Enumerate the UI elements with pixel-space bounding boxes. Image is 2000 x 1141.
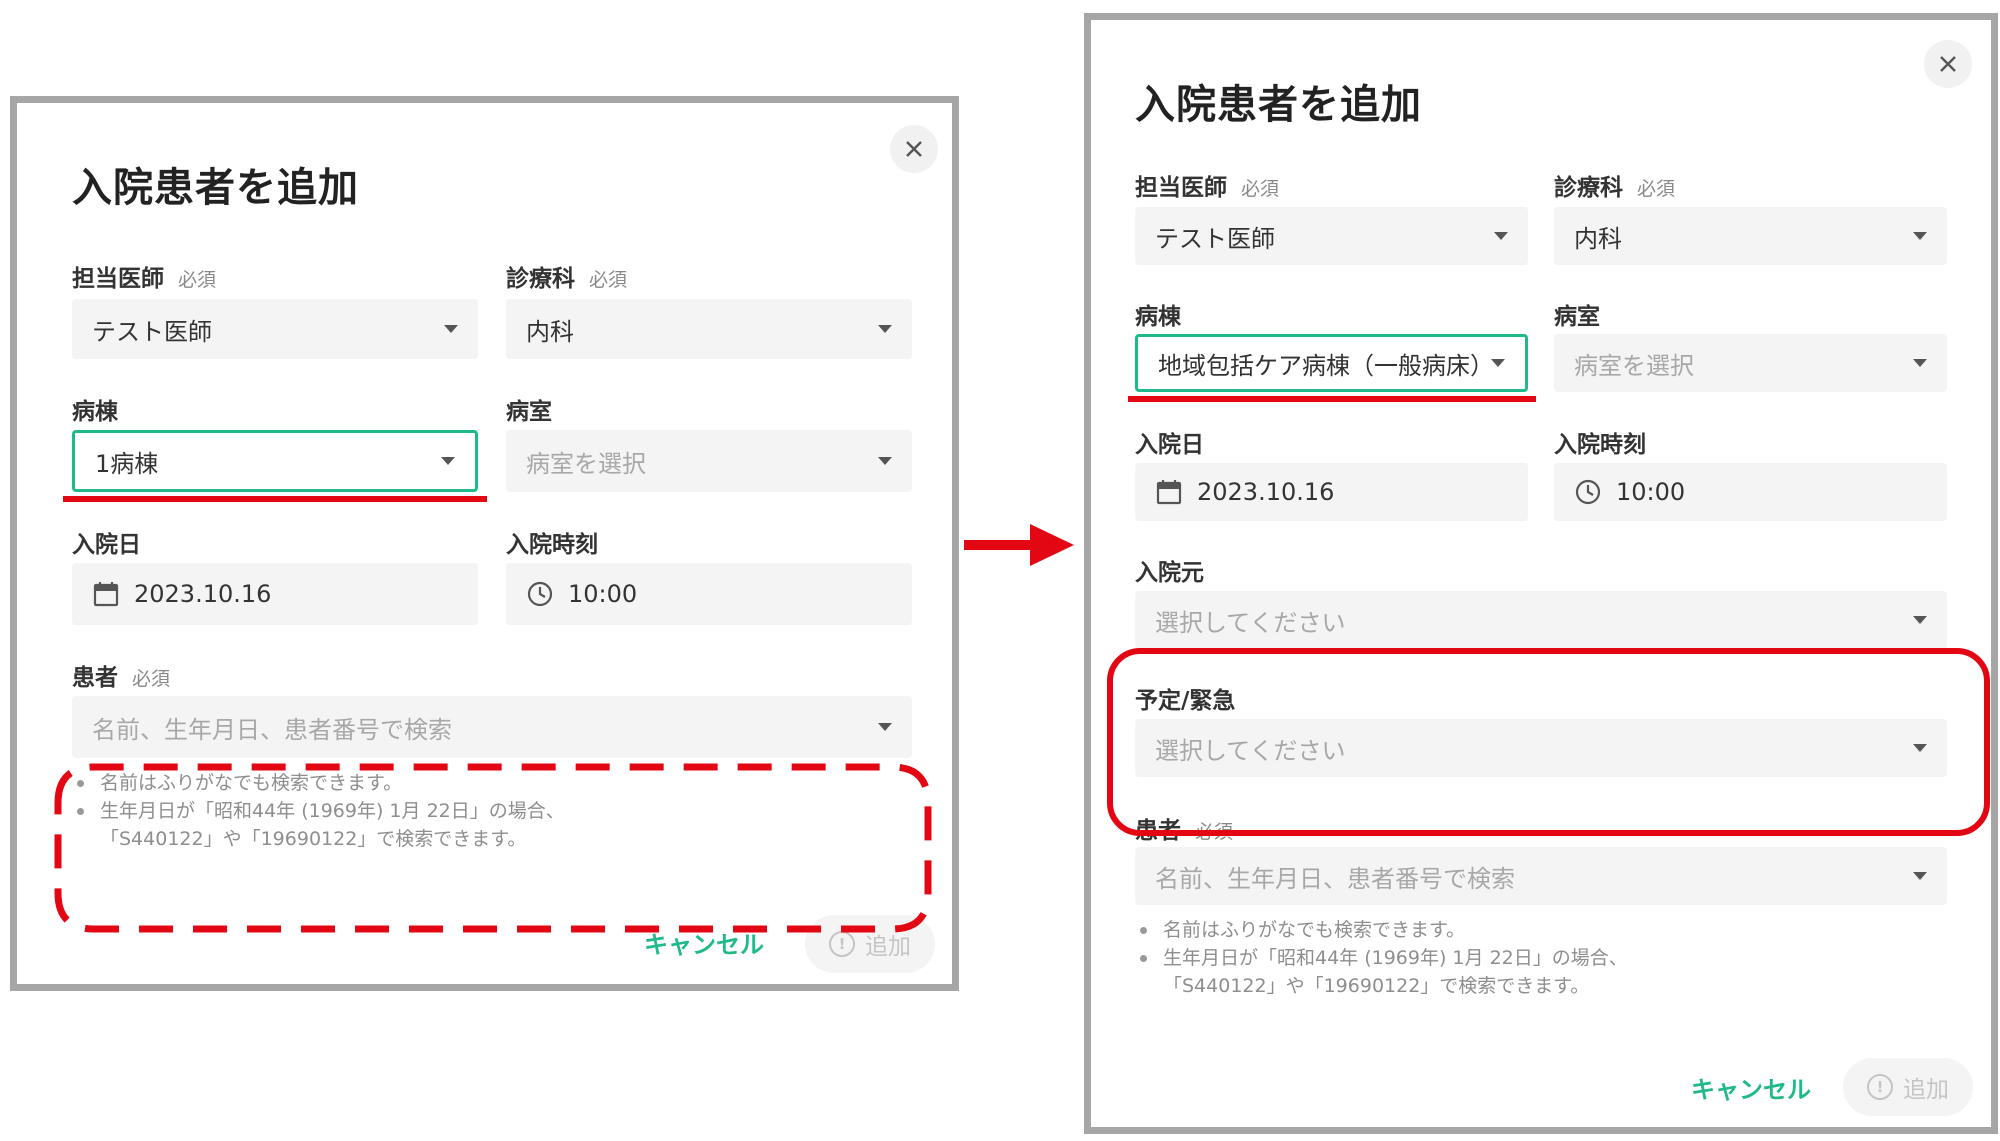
room-placeholder: 病室を選択 <box>526 449 646 478</box>
annotation-dashed-box <box>54 763 932 933</box>
dialog-title: 入院患者を追加 <box>72 165 359 211</box>
caret-down-icon <box>1491 359 1505 367</box>
admission-source-select[interactable]: 選択してください <box>1135 591 1947 649</box>
doctor-label: 担当医師 必須 <box>72 266 217 292</box>
ward-select[interactable]: 地域包括ケア病棟（一般病床） <box>1135 334 1528 392</box>
room-label: 病室 <box>506 399 552 425</box>
alert-circle-icon: ! <box>1867 1074 1893 1100</box>
annotation-underline <box>63 496 487 502</box>
admission-date-input[interactable]: 2023.10.16 <box>72 563 478 625</box>
hint-list: 名前はふりがなでも検索できます。 生年月日が「昭和44年 (1969年) 1月 … <box>1140 916 1628 1000</box>
caret-down-icon <box>1494 232 1508 240</box>
caret-down-icon <box>444 325 458 333</box>
ward-label: 病棟 <box>72 399 118 425</box>
department-label: 診療科 必須 <box>506 266 628 292</box>
doctor-value: テスト医師 <box>92 317 212 346</box>
hint-item: 名前はふりがなでも検索できます。 <box>1140 916 1628 944</box>
admission-date-label: 入院日 <box>1135 432 1204 458</box>
ward-select[interactable]: 1病棟 <box>72 430 478 492</box>
patient-search[interactable]: 名前、生年月日、患者番号で検索 <box>72 696 912 758</box>
close-icon <box>1940 56 1956 72</box>
admission-date-value: 2023.10.16 <box>134 580 272 608</box>
department-value: 内科 <box>526 317 574 346</box>
patient-placeholder: 名前、生年月日、患者番号で検索 <box>92 715 452 744</box>
patient-placeholder: 名前、生年月日、患者番号で検索 <box>1155 864 1515 893</box>
ward-label: 病棟 <box>1135 304 1181 330</box>
caret-down-icon <box>878 457 892 465</box>
room-placeholder: 病室を選択 <box>1574 351 1694 380</box>
hint-item: 生年月日が「昭和44年 (1969年) 1月 22日」の場合、 <box>1140 944 1628 972</box>
room-select[interactable]: 病室を選択 <box>1554 334 1947 392</box>
caret-down-icon <box>878 723 892 731</box>
calendar-icon <box>92 580 120 608</box>
clock-icon <box>526 580 554 608</box>
admission-time-value: 10:00 <box>1616 478 1686 506</box>
admission-source-placeholder: 選択してください <box>1155 608 1346 637</box>
alert-circle-icon: ! <box>829 931 855 957</box>
doctor-select[interactable]: テスト医師 <box>1135 207 1528 265</box>
caret-down-icon <box>878 325 892 333</box>
add-button[interactable]: ! 追加 <box>1843 1058 1973 1116</box>
department-select[interactable]: 内科 <box>506 299 912 359</box>
admission-date-input[interactable]: 2023.10.16 <box>1135 463 1528 521</box>
doctor-label: 担当医師 必須 <box>1135 175 1280 201</box>
ward-value: 地域包括ケア病棟（一般病床） <box>1158 351 1481 380</box>
doctor-select[interactable]: テスト医師 <box>72 299 478 359</box>
calendar-icon <box>1155 478 1183 506</box>
cancel-button[interactable]: キャンセル <box>1691 1070 1811 1105</box>
close-icon <box>906 141 922 157</box>
admission-time-input[interactable]: 10:00 <box>1554 463 1947 521</box>
annotation-underline <box>1128 396 1536 402</box>
add-button-label: 追加 <box>1903 1077 1949 1103</box>
dialog-title: 入院患者を追加 <box>1135 82 1422 128</box>
admission-time-label: 入院時刻 <box>1554 432 1646 458</box>
admission-time-label: 入院時刻 <box>506 532 598 558</box>
caret-down-icon <box>1913 872 1927 880</box>
department-select[interactable]: 内科 <box>1554 207 1947 265</box>
close-button[interactable] <box>890 125 938 173</box>
arrow-right-icon <box>964 524 1074 566</box>
admission-date-label: 入院日 <box>72 532 141 558</box>
admission-date-value: 2023.10.16 <box>1197 478 1335 506</box>
required-tag: 必須 <box>1637 178 1676 200</box>
hint-item: 「S440122」や「19690122」で検索できます。 <box>1163 975 1590 997</box>
close-button[interactable] <box>1924 40 1972 88</box>
annotation-solid-box <box>1107 648 1990 836</box>
department-label: 診療科 必須 <box>1554 175 1676 201</box>
room-label: 病室 <box>1554 304 1600 330</box>
caret-down-icon <box>441 457 455 465</box>
admission-time-value: 10:00 <box>568 580 638 608</box>
room-select[interactable]: 病室を選択 <box>506 430 912 492</box>
patient-label: 患者 必須 <box>72 665 171 691</box>
caret-down-icon <box>1913 232 1927 240</box>
patient-search[interactable]: 名前、生年月日、患者番号で検索 <box>1135 847 1947 905</box>
clock-icon <box>1574 478 1602 506</box>
dialog-after: 入院患者を追加 担当医師 必須 テスト医師 診療科 必須 内科 病棟 地域包括ケア病… <box>1084 13 1998 1134</box>
admission-time-input[interactable]: 10:00 <box>506 563 912 625</box>
required-tag: 必須 <box>132 668 171 690</box>
admission-source-label: 入院元 <box>1135 560 1204 586</box>
dialog-before: 入院患者を追加 担当医師 必須 テスト医師 診療科 必須 内科 病棟 1病棟 病室 … <box>10 96 959 991</box>
caret-down-icon <box>1913 359 1927 367</box>
required-tag: 必須 <box>589 269 628 291</box>
required-tag: 必須 <box>178 269 217 291</box>
doctor-value: テスト医師 <box>1155 224 1275 253</box>
required-tag: 必須 <box>1241 178 1280 200</box>
ward-value: 1病棟 <box>95 449 159 478</box>
department-value: 内科 <box>1574 224 1622 253</box>
caret-down-icon <box>1913 616 1927 624</box>
